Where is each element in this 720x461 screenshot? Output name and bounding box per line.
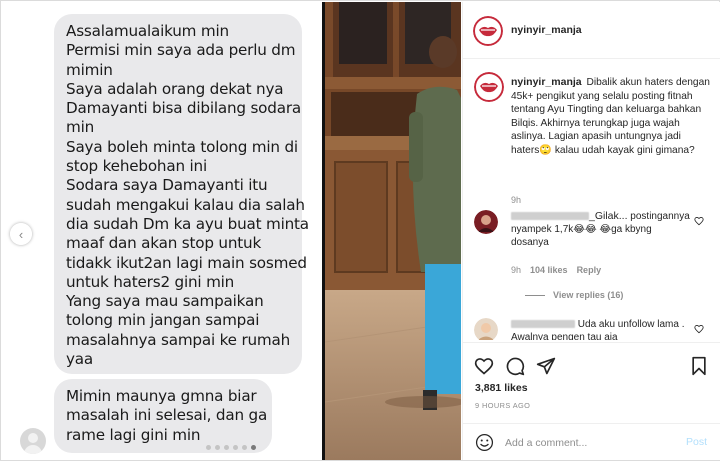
chat-line: Damayanti bisa dibilang sodara bbox=[66, 99, 301, 118]
chat-line: rame lagi gini min bbox=[66, 425, 201, 444]
comment-icon[interactable] bbox=[505, 356, 525, 376]
chat-line: Assalamualaikum min bbox=[66, 22, 229, 40]
comment-likes[interactable]: 104 likes bbox=[530, 265, 568, 275]
caption-text: nyinyir_manja Dibalik akun haters dengan… bbox=[511, 76, 711, 157]
chat-line: tolong min jangan sampai bbox=[66, 311, 260, 330]
view-replies-label: View replies (16) bbox=[553, 290, 624, 300]
chat-line: Sodara saya Damayanti itu bbox=[66, 176, 268, 195]
child-photo bbox=[325, 2, 461, 460]
carousel-dot bbox=[215, 445, 220, 450]
comment-text: Uda aku unfollow lama . Awalnya pengen t… bbox=[511, 318, 691, 340]
comment-time[interactable]: 9h bbox=[511, 265, 521, 275]
add-comment-bar: Post bbox=[463, 423, 720, 460]
chat-line: Saya adalah orang dekat nya bbox=[66, 79, 284, 98]
carousel-dot bbox=[233, 445, 238, 450]
photo-media bbox=[325, 2, 461, 460]
chat-bubble-2: Mimin maunya gmna biar masalah ini seles… bbox=[54, 379, 272, 453]
caption-avatar[interactable] bbox=[474, 72, 504, 102]
commenter-avatar[interactable] bbox=[474, 210, 498, 234]
chat-line: yaa bbox=[66, 350, 94, 369]
comment-meta: 9h 104 likes Reply bbox=[511, 265, 601, 275]
chat-line: min bbox=[66, 118, 95, 137]
heart-icon[interactable] bbox=[694, 216, 704, 226]
comments-list: nyinyir_manja Dibalik akun haters dengan… bbox=[463, 60, 720, 340]
carousel-dot bbox=[206, 445, 211, 450]
comment-username[interactable]: _Gilak... bbox=[589, 210, 628, 222]
chat-line: Permisi min saya ada perlu dm bbox=[66, 41, 296, 60]
chat-line: Mimin maunya gmna biar bbox=[66, 387, 257, 405]
post-sidebar: nyinyir_manja nyinyir_manja Dibalik akun… bbox=[462, 2, 720, 460]
paper-plane-icon[interactable] bbox=[536, 356, 556, 376]
author-avatar[interactable] bbox=[473, 16, 503, 46]
chat-line: dia sudah Dm ka ayu buat minta bbox=[66, 214, 309, 233]
avatar-image bbox=[474, 210, 498, 234]
view-replies-button[interactable]: View replies (16) bbox=[525, 290, 623, 300]
post-button[interactable]: Post bbox=[686, 436, 707, 448]
replies-line bbox=[525, 294, 545, 296]
posted-time[interactable]: 9 HOURS AGO bbox=[475, 401, 530, 410]
chat-screenshot-media: Assalamualaikum min Permisi min saya ada… bbox=[2, 2, 322, 460]
likes-count[interactable]: 3,881 likes bbox=[475, 382, 528, 394]
chat-line: stop kehebohan ini bbox=[66, 157, 207, 176]
instagram-post-modal: Assalamualaikum min Permisi min saya ada… bbox=[0, 0, 720, 461]
carousel-prev-button[interactable]: ‹ bbox=[10, 223, 32, 245]
chat-bubble-1: Assalamualaikum min Permisi min saya ada… bbox=[54, 14, 309, 374]
chat-line: masalahnya sampai ke rumah bbox=[66, 330, 291, 349]
comment-input[interactable] bbox=[505, 433, 675, 453]
smiley-icon[interactable] bbox=[475, 433, 494, 452]
caption-username[interactable]: nyinyir_manja bbox=[511, 76, 582, 88]
commenter-avatar[interactable] bbox=[474, 318, 498, 340]
redacted-username bbox=[511, 320, 575, 329]
post-header: nyinyir_manja bbox=[463, 2, 720, 59]
chat-line: untuk haters2 gini min bbox=[66, 272, 235, 291]
heart-icon[interactable] bbox=[474, 356, 494, 376]
chat-line: Saya boleh minta tolong min di bbox=[66, 137, 298, 156]
chat-line: mimin bbox=[66, 60, 113, 79]
carousel-dot-active bbox=[251, 445, 256, 450]
carousel-dot bbox=[242, 445, 247, 450]
avatar-image bbox=[474, 318, 498, 340]
chat-line: sudah mengakui kalau dia salah bbox=[66, 195, 305, 214]
lips-logo-icon bbox=[473, 16, 503, 46]
lips-logo-icon bbox=[474, 72, 504, 102]
bookmark-icon[interactable] bbox=[689, 356, 709, 376]
heart-icon[interactable] bbox=[694, 324, 704, 334]
post-actions: 3,881 likes 9 HOURS AGO bbox=[463, 342, 720, 422]
carousel-dots bbox=[206, 445, 256, 450]
chat-line: maaf dan akan stop untuk bbox=[66, 234, 262, 253]
chat-line: tidakk ikut2an lagi main sosmed bbox=[66, 253, 307, 272]
redacted-username bbox=[511, 212, 589, 221]
carousel-dot bbox=[224, 445, 229, 450]
caption-body: Dibalik akun haters dengan 45k+ pengikut… bbox=[511, 77, 710, 156]
chevron-left-icon: ‹ bbox=[18, 226, 24, 242]
chat-line: masalah ini selesai, dan ga bbox=[66, 406, 268, 425]
comment-text: _Gilak... postingannya nyampek 1,7k😂😂 😂g… bbox=[511, 210, 691, 250]
caption-time[interactable]: 9h bbox=[511, 195, 521, 205]
author-username[interactable]: nyinyir_manja bbox=[511, 24, 582, 36]
reply-button[interactable]: Reply bbox=[577, 265, 602, 275]
chat-avatar bbox=[20, 428, 46, 454]
chat-line: Yang saya mau sampaikan bbox=[66, 292, 264, 311]
